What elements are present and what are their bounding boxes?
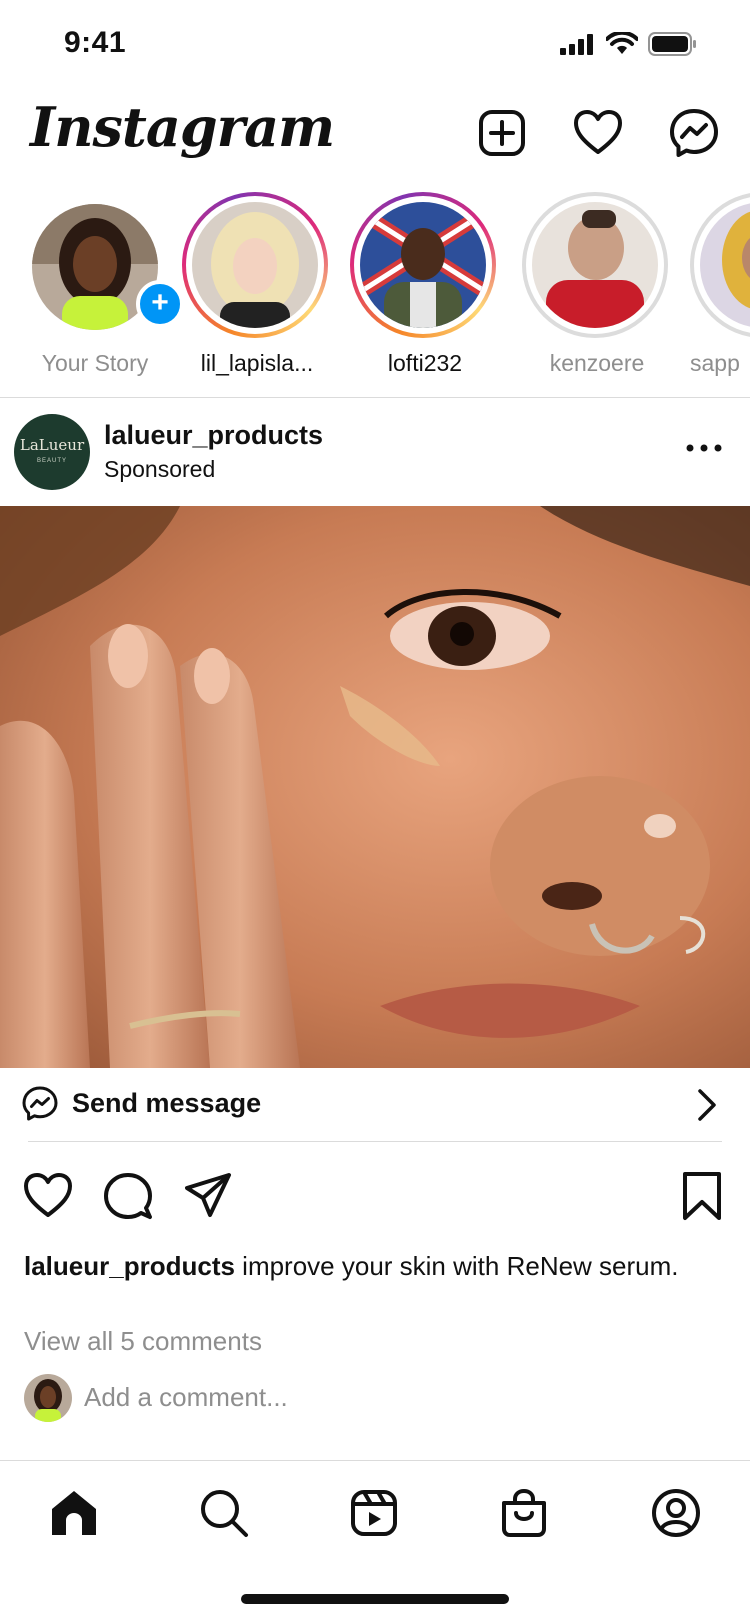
brand-avatar[interactable]: LaLueur BEAUTY [14,414,90,490]
new-post-button[interactable] [476,107,528,159]
instagram-logo[interactable]: Instagram [30,95,335,159]
nav-profile[interactable] [650,1487,702,1539]
messenger-icon [22,1086,58,1121]
nav-shop[interactable] [498,1487,550,1539]
status-time: 9:41 [64,26,127,59]
share-button[interactable] [182,1170,234,1222]
comment-button[interactable] [102,1170,154,1222]
caption-username[interactable]: lalueur_products [24,1251,235,1281]
send-message-label: Send message [72,1088,262,1118]
nav-home[interactable] [48,1487,100,1539]
add-comment-row[interactable]: Add a comment... [24,1374,724,1424]
activity-button[interactable] [572,107,624,159]
post-caption: lalueur_products improve your skin with … [24,1248,724,1284]
send-message-row[interactable]: Send message [0,1068,750,1140]
story-name: Your Story [41,350,149,376]
status-icons [560,32,698,56]
app-header: Instagram [0,95,750,175]
bookmark-icon [683,1172,721,1220]
post-username[interactable]: lalueur_products [104,420,323,451]
story-name: lil_lapisla... [200,350,314,376]
brand-logo: LaLueur [19,436,85,454]
more-options-button[interactable] [682,438,726,458]
story-name: lofti232 [387,350,463,376]
story-avatar [532,202,658,328]
story-name: kenzoere [549,350,645,376]
post-actions [0,1170,750,1230]
sponsored-label: Sponsored [104,456,216,482]
messenger-icon [670,109,718,157]
messenger-button[interactable] [668,107,720,159]
home-icon [52,1491,96,1535]
profile-icon [652,1489,700,1537]
story-name: sapp [690,350,740,376]
stories-divider [0,397,750,398]
search-icon [201,1490,248,1537]
heart-icon [574,110,622,154]
view-comments-link[interactable]: View all 5 comments [24,1326,262,1357]
like-icon [24,1173,72,1217]
reels-icon [351,1490,397,1536]
home-indicator[interactable] [241,1594,509,1604]
new-post-icon [479,110,525,156]
signal-icon [560,34,593,55]
more-icon [686,444,722,452]
battery-icon [648,32,696,56]
share-icon [185,1173,231,1217]
like-button[interactable] [22,1170,74,1222]
chevron-right-icon [698,1089,716,1121]
bottom-nav [0,1460,750,1561]
instagram-feed-screen: 9:41 Instagram + Your Story lil_lapisla.… [0,0,750,1624]
post-image[interactable] [0,506,750,1068]
nav-search[interactable] [198,1487,250,1539]
nav-reels[interactable] [348,1487,400,1539]
save-button[interactable] [676,1170,728,1222]
shop-icon [502,1488,546,1537]
caption-text: improve your skin with ReNew serum. [234,1251,679,1281]
stories-tray: + Your Story lil_lapisla... lofti232 ken… [0,188,750,388]
comment-icon [104,1173,152,1219]
wifi-icon [606,32,638,54]
story-avatar [360,202,486,328]
story-avatar [192,202,318,328]
post-header: LaLueur BEAUTY lalueur_products Sponsore… [0,400,750,500]
send-message-divider [28,1141,722,1142]
brand-logo-sub: BEAUTY [36,458,67,464]
add-comment-input[interactable]: Add a comment... [84,1382,288,1413]
current-user-avatar [24,1374,72,1422]
status-bar: 9:41 [0,0,750,90]
add-story-icon[interactable]: + [136,280,184,328]
